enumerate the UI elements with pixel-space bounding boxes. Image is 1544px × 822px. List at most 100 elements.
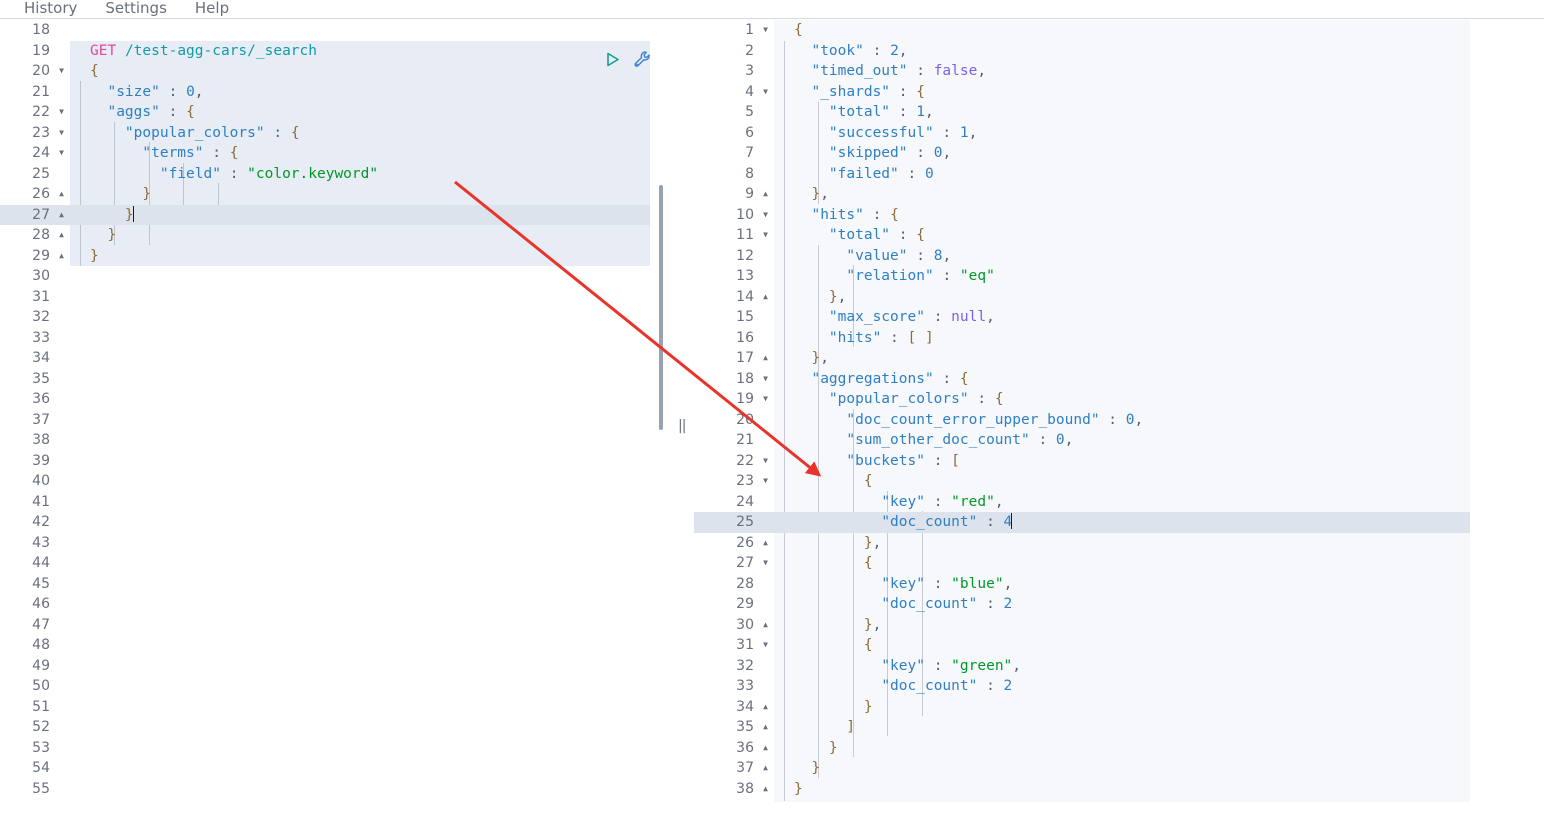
fold-close-icon[interactable]: ▲ xyxy=(763,717,768,738)
code-line[interactable]: 52 xyxy=(0,717,670,738)
code-line[interactable]: 44 xyxy=(0,553,670,574)
code-line[interactable]: 36 xyxy=(0,389,670,410)
fold-close-icon[interactable]: ▲ xyxy=(59,225,64,246)
fold-open-icon[interactable]: ▼ xyxy=(59,123,64,144)
fold-open-icon[interactable]: ▼ xyxy=(763,82,768,103)
code-line[interactable]: 32 xyxy=(0,307,670,328)
code-line[interactable]: 29 ▲} xyxy=(0,246,670,267)
fold-close-icon[interactable]: ▲ xyxy=(763,697,768,718)
code-line[interactable]: 19 GET /test-agg-cars/_search xyxy=(0,41,670,62)
code-line[interactable]: 39 xyxy=(0,451,670,472)
fold-close-icon[interactable]: ▲ xyxy=(763,287,768,308)
code-line[interactable]: 23 ▼ "popular_colors" : { xyxy=(0,123,670,144)
fold-open-icon[interactable]: ▼ xyxy=(763,471,768,492)
code-line[interactable]: 40 xyxy=(0,471,670,492)
code-line[interactable]: 27 ▼ { xyxy=(694,553,1470,574)
fold-close-icon[interactable]: ▲ xyxy=(763,758,768,779)
editor-vertical-scrollbar[interactable] xyxy=(659,185,663,430)
fold-close-icon[interactable]: ▲ xyxy=(763,779,768,800)
code-line[interactable]: 22 ▼ "buckets" : [ xyxy=(694,451,1470,472)
code-line[interactable]: 14 ▲ }, xyxy=(694,287,1470,308)
code-line[interactable]: 30 ▲ }, xyxy=(694,615,1470,636)
code-line[interactable]: 13 "relation" : "eq" xyxy=(694,266,1470,287)
code-line[interactable]: 27 ▲ } xyxy=(0,204,670,226)
response-viewer-pane[interactable]: 1 ▼{2 "took" : 2, 3 "timed_out" : false, 4 ▼… xyxy=(694,20,1470,802)
fold-close-icon[interactable]: ▲ xyxy=(59,205,64,226)
code-line[interactable]: 34 ▲ } xyxy=(694,697,1470,718)
code-line[interactable]: 3 "timed_out" : false, xyxy=(694,61,1470,82)
menu-item-settings[interactable]: Settings xyxy=(91,0,181,18)
code-line[interactable]: 24 "key" : "red", xyxy=(694,492,1470,513)
play-button[interactable] xyxy=(604,51,621,68)
request-editor-pane[interactable]: 18 19 GET /test-agg-cars/_search 20 ▼ {21 "si… xyxy=(0,20,670,802)
code-line[interactable]: 20 ▼ { xyxy=(0,61,670,82)
code-line[interactable]: 34 xyxy=(0,348,670,369)
fold-open-icon[interactable]: ▼ xyxy=(763,635,768,656)
fold-open-icon[interactable]: ▼ xyxy=(763,205,768,226)
code-line[interactable]: 18 ▼ "aggregations" : { xyxy=(694,369,1470,390)
code-line[interactable]: 9 ▲ }, xyxy=(694,184,1470,205)
code-line[interactable]: 10 ▼ "hits" : { xyxy=(694,205,1470,226)
code-line[interactable]: 29 "doc_count" : 2 xyxy=(694,594,1470,615)
code-line[interactable]: 50 xyxy=(0,676,670,697)
menu-item-history[interactable]: History xyxy=(10,0,91,18)
code-line[interactable]: 46 xyxy=(0,594,670,615)
code-line[interactable]: 28 ▲ } xyxy=(0,225,670,246)
code-line[interactable]: 24 ▼ "terms" : { xyxy=(0,143,670,164)
fold-open-icon[interactable]: ▼ xyxy=(59,102,64,123)
code-line[interactable]: 8 "failed" : 0 xyxy=(694,164,1470,185)
fold-close-icon[interactable]: ▲ xyxy=(763,184,768,205)
code-line[interactable]: 53 xyxy=(0,738,670,759)
fold-close-icon[interactable]: ▲ xyxy=(59,184,64,205)
fold-open-icon[interactable]: ▼ xyxy=(763,553,768,574)
code-line[interactable]: 5 "total" : 1, xyxy=(694,102,1470,123)
fold-close-icon[interactable]: ▲ xyxy=(763,615,768,636)
fold-close-icon[interactable]: ▲ xyxy=(763,348,768,369)
code-line[interactable]: 36 ▲ } xyxy=(694,738,1470,759)
code-line[interactable]: 26 ▲ } xyxy=(0,184,670,205)
code-line[interactable]: 21 "size" : 0, xyxy=(0,82,670,103)
fold-open-icon[interactable]: ▼ xyxy=(763,369,768,390)
pane-resize-handle[interactable]: || xyxy=(671,20,693,802)
fold-close-icon[interactable]: ▲ xyxy=(59,246,64,267)
wrench-icon[interactable] xyxy=(633,50,652,69)
code-line[interactable]: 37 xyxy=(0,410,670,431)
code-line[interactable]: 25 "doc_count" : 4 xyxy=(694,512,1470,533)
code-line[interactable]: 18 xyxy=(0,20,670,41)
code-line[interactable]: 45 xyxy=(0,574,670,595)
fold-close-icon[interactable]: ▲ xyxy=(763,533,768,554)
code-line[interactable]: 38 ▲} xyxy=(694,779,1470,800)
code-line[interactable]: 19 ▼ "popular_colors" : { xyxy=(694,389,1470,410)
code-line[interactable]: 35 xyxy=(0,369,670,390)
code-line[interactable]: 2 "took" : 2, xyxy=(694,41,1470,62)
code-line[interactable]: 1 ▼ { xyxy=(694,20,1470,41)
code-line[interactable]: 31 ▼ { xyxy=(694,635,1470,656)
code-line[interactable]: 38 xyxy=(0,430,670,451)
code-line[interactable]: 23 ▼ { xyxy=(694,471,1470,492)
code-line[interactable]: 32 "key" : "green", xyxy=(694,656,1470,677)
code-line[interactable]: 42 xyxy=(0,512,670,533)
fold-close-icon[interactable]: ▲ xyxy=(763,738,768,759)
code-line[interactable]: 25 "field" : "color.keyword" xyxy=(0,164,670,185)
code-line[interactable]: 21 "sum_other_doc_count" : 0, xyxy=(694,430,1470,451)
fold-open-icon[interactable]: ▼ xyxy=(763,451,768,472)
code-line[interactable]: 33 xyxy=(0,328,670,349)
code-line[interactable]: 15 "max_score" : null, xyxy=(694,307,1470,328)
code-line[interactable]: 41 xyxy=(0,492,670,513)
fold-open-icon[interactable]: ▼ xyxy=(763,225,768,246)
code-line[interactable]: 28 "key" : "blue", xyxy=(694,574,1470,595)
code-line[interactable]: 12 "value" : 8, xyxy=(694,246,1470,267)
code-line[interactable]: 51 xyxy=(0,697,670,718)
code-line[interactable]: 30 xyxy=(0,266,670,287)
menu-item-help[interactable]: Help xyxy=(181,0,243,18)
code-line[interactable]: 55 xyxy=(0,779,670,800)
code-line[interactable]: 6 "successful" : 1, xyxy=(694,123,1470,144)
code-line[interactable]: 7 "skipped" : 0, xyxy=(694,143,1470,164)
code-line[interactable]: 54 xyxy=(0,758,670,779)
code-line[interactable]: 37 ▲ } xyxy=(694,758,1470,779)
fold-open-icon[interactable]: ▼ xyxy=(763,20,768,41)
code-line[interactable]: 49 xyxy=(0,656,670,677)
code-line[interactable]: 20 "doc_count_error_upper_bound" : 0, xyxy=(694,410,1470,431)
code-line[interactable]: 17 ▲ }, xyxy=(694,348,1470,369)
code-line[interactable]: 48 xyxy=(0,635,670,656)
